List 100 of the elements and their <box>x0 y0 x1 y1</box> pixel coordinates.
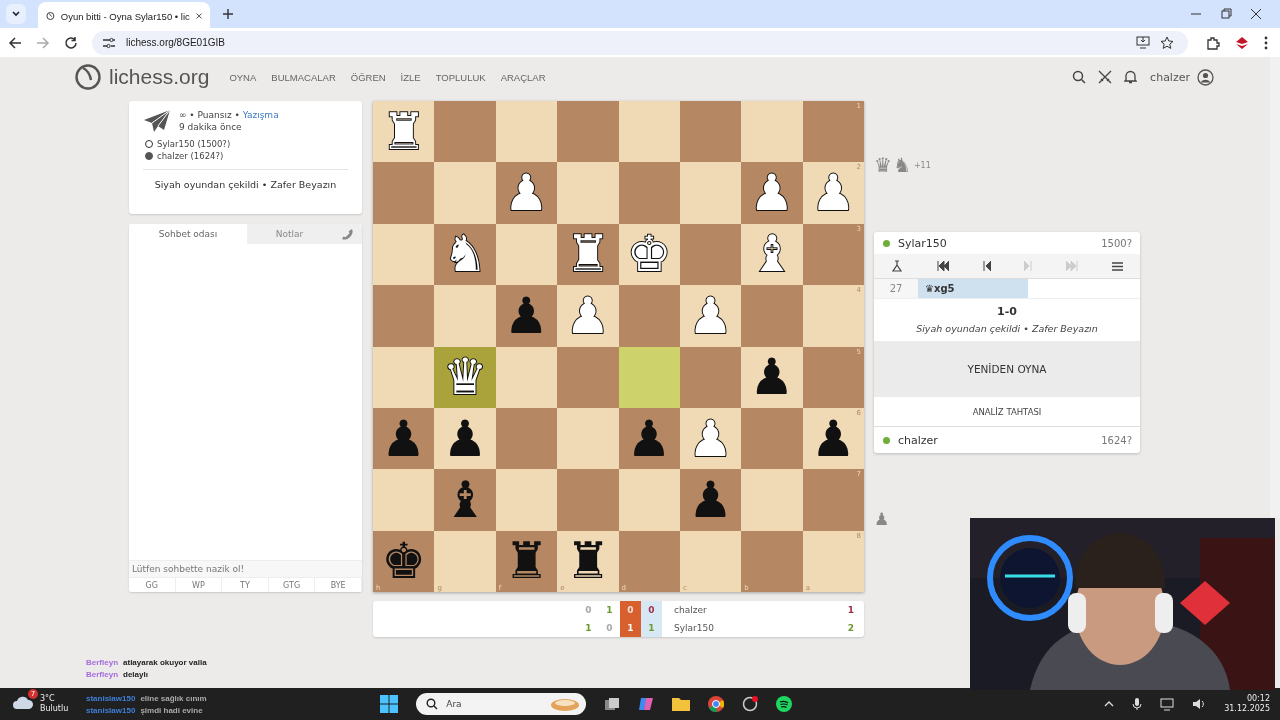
chess-piece[interactable]: ♛ <box>442 352 488 403</box>
nav-link[interactable]: BULMACALAR <box>271 71 336 83</box>
nav-link[interactable]: ARAÇLAR <box>500 71 546 83</box>
profile-logo-icon[interactable] <box>1234 35 1250 50</box>
nav-link[interactable]: OYNA <box>229 71 257 83</box>
last-move-square[interactable] <box>618 346 680 408</box>
board-square[interactable]: ♟ <box>495 285 558 347</box>
menu-icon[interactable] <box>1264 35 1268 50</box>
player-name[interactable]: chalzer (1624?) <box>157 151 224 161</box>
site-logo[interactable]: lichess.org <box>109 65 210 89</box>
chat-preset-button[interactable]: GG <box>129 578 176 592</box>
username-link[interactable]: chalzer <box>1150 70 1190 84</box>
board-square[interactable]: ♟ <box>434 407 496 470</box>
bell-icon[interactable] <box>1124 70 1138 84</box>
board-square[interactable] <box>679 223 742 286</box>
board-square[interactable] <box>618 101 680 163</box>
nav-link[interactable]: TOPLULUK <box>435 71 486 83</box>
clock-time[interactable]: 00:12 <box>1246 693 1270 704</box>
board-square[interactable] <box>373 223 435 286</box>
score-cell[interactable]: 1 <box>606 605 613 615</box>
user-avatar-icon[interactable] <box>1197 68 1214 86</box>
crossed-swords-icon[interactable] <box>1098 70 1113 84</box>
previous-move-icon[interactable] <box>982 261 991 271</box>
board-square[interactable] <box>679 346 742 408</box>
chess-piece[interactable]: ♟ <box>688 474 733 525</box>
restore-icon[interactable] <box>1220 8 1232 20</box>
board-square[interactable]: ♟ <box>741 346 803 408</box>
start-icon[interactable] <box>380 695 399 713</box>
move-text[interactable]: ♛xg5 <box>918 279 1028 298</box>
chat-input-field[interactable]: Lütfen sohbette nazik ol! <box>129 560 362 577</box>
rematch-button[interactable]: YENİDEN OYNA <box>874 341 1140 397</box>
board-square[interactable]: ♟ <box>679 469 742 531</box>
score-cell[interactable]: 0 <box>648 605 655 615</box>
folder-icon[interactable] <box>672 697 691 711</box>
tab-list-button[interactable] <box>6 4 26 24</box>
chat-tab[interactable]: Notlar <box>247 224 332 244</box>
nav-link[interactable]: İZLE <box>400 71 421 83</box>
chess-piece[interactable]: ♟ <box>504 168 549 219</box>
chat-preset-button[interactable]: BYE <box>315 578 362 592</box>
chess-piece[interactable]: ♟ <box>442 413 488 464</box>
board-square[interactable] <box>495 407 558 470</box>
back-icon[interactable] <box>8 35 22 50</box>
close-icon[interactable] <box>195 11 202 21</box>
board-square[interactable]: ♜ <box>557 223 619 286</box>
chess-piece[interactable]: ♟ <box>749 168 795 219</box>
board-square[interactable] <box>495 101 558 163</box>
chess-piece[interactable]: ♟ <box>626 413 672 464</box>
search-icon[interactable] <box>1072 70 1087 84</box>
reload-icon[interactable] <box>64 35 78 50</box>
chess-piece[interactable]: ♜ <box>565 536 611 587</box>
player-name[interactable]: Sylar150 <box>898 236 1102 250</box>
player-name[interactable]: Sylar150 <box>674 623 714 633</box>
chat-preset-button[interactable]: TY <box>222 578 269 592</box>
browser-icon[interactable] <box>708 696 725 712</box>
score-cell[interactable]: 0 <box>627 605 634 615</box>
monitor-icon[interactable] <box>1160 697 1175 711</box>
board-square[interactable] <box>495 346 558 408</box>
close-icon[interactable] <box>1250 8 1262 20</box>
first-move-icon[interactable] <box>936 261 949 271</box>
browser-tab[interactable]: Oyun bitti - Oyna Sylar150 • lic <box>38 2 210 30</box>
forward-icon[interactable] <box>36 35 50 50</box>
install-app-icon[interactable] <box>1136 36 1150 49</box>
board-square[interactable]: ♝ <box>434 469 496 531</box>
board-square[interactable] <box>373 346 435 408</box>
chess-piece[interactable]: ♟ <box>504 290 549 341</box>
chess-piece[interactable]: ♜ <box>565 229 611 280</box>
board-square[interactable]: ♟ <box>618 407 680 470</box>
taskbar-search-field[interactable]: Ara <box>416 693 587 715</box>
board-square[interactable]: ♞ <box>434 223 496 286</box>
player-name[interactable]: chalzer <box>898 433 1102 447</box>
volume-icon[interactable] <box>1192 698 1207 710</box>
board-square[interactable] <box>679 101 742 163</box>
chat-preset-button[interactable]: GTG <box>268 578 316 592</box>
bookmark-star-icon[interactable] <box>1160 35 1174 50</box>
score-cell[interactable]: 1 <box>627 623 634 633</box>
board-square[interactable] <box>495 469 558 531</box>
board-square[interactable]: ♟ <box>495 162 558 224</box>
board-square[interactable] <box>557 407 619 470</box>
menu-icon[interactable] <box>1112 261 1124 271</box>
chess-piece[interactable]: ♟ <box>749 352 795 403</box>
chess-piece[interactable]: ♚ <box>381 536 427 587</box>
player-name[interactable]: Sylar150 (1500?) <box>157 139 231 149</box>
player-name[interactable]: chalzer <box>674 605 707 615</box>
board-square[interactable] <box>741 407 803 470</box>
clock-date[interactable]: 31.12.2025 <box>1224 704 1270 715</box>
app-icon[interactable] <box>742 696 759 712</box>
board-square[interactable] <box>679 162 742 224</box>
board-square[interactable]: ♟ <box>373 407 435 470</box>
chess-piece[interactable]: ♝ <box>442 474 488 525</box>
microphone-icon[interactable] <box>1132 697 1143 711</box>
caret-icon[interactable] <box>1104 700 1115 708</box>
board-square[interactable]: ♟ <box>741 162 803 224</box>
board-square[interactable] <box>495 223 558 286</box>
new-tab-icon[interactable] <box>222 8 234 20</box>
address-bar[interactable]: lichess.org/8GE01GIB <box>92 30 1188 55</box>
next-move-icon[interactable] <box>1024 261 1033 271</box>
nav-link[interactable]: ÖĞREN <box>350 71 386 83</box>
variant-link[interactable]: Yazışma <box>242 110 279 120</box>
scrollbar[interactable] <box>1270 57 1280 518</box>
last-move-icon[interactable] <box>1066 261 1079 271</box>
